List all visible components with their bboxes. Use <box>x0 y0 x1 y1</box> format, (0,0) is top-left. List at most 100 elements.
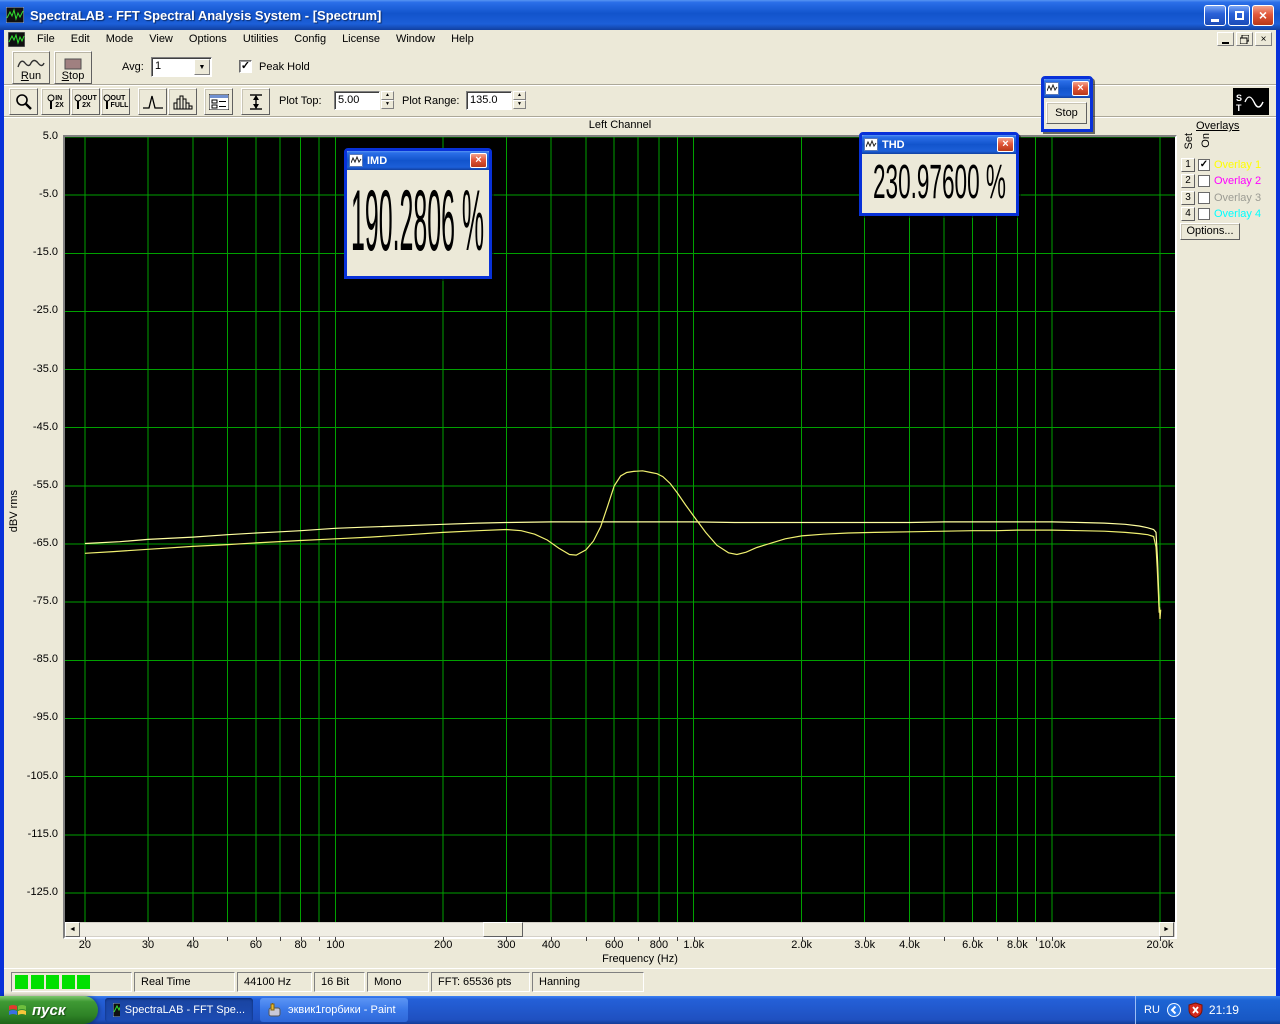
menu-mode[interactable]: Mode <box>98 31 142 47</box>
overlay-row-3: 3Overlay 3 <box>1181 190 1261 205</box>
mdi-minimize-button[interactable] <box>1217 32 1234 46</box>
run-button[interactable]: Run <box>12 51 50 84</box>
overlays-set-label: Set <box>1183 133 1195 150</box>
mdi-close-button[interactable]: × <box>1255 32 1272 46</box>
spectrum-plot[interactable] <box>65 137 1175 922</box>
vertical-range-button[interactable] <box>241 88 270 115</box>
histogram-display-button[interactable] <box>168 88 197 115</box>
signal-generator-button[interactable]: S T <box>1233 88 1269 115</box>
plot-top-spin-down[interactable]: ▼ <box>381 100 394 109</box>
scroll-left-button[interactable]: ◄ <box>65 922 80 937</box>
x-axis-label: 80 <box>295 939 307 951</box>
plot-top-input[interactable]: 5.00 <box>334 91 380 110</box>
display-options-button[interactable] <box>204 88 233 115</box>
x-axis-tick <box>586 937 587 941</box>
peak-hold-checkbox[interactable]: ✓ <box>239 60 252 73</box>
avg-dropdown-arrow[interactable]: ▼ <box>194 59 210 75</box>
x-axis-label: 4.0k <box>899 939 920 951</box>
overlay-checkbox-3[interactable] <box>1198 192 1210 204</box>
desktop: SpectraLAB - FFT Spectral Analysis Syste… <box>0 0 1280 1024</box>
task-label: эквик1горбики - Paint <box>288 1004 396 1016</box>
y-axis-label: -65.0 <box>2 537 58 549</box>
x-axis-tick <box>944 937 945 941</box>
menu-options[interactable]: Options <box>181 31 235 47</box>
start-button[interactable]: пуск <box>0 996 98 1024</box>
thd-window: THD × 230.97600 % <box>859 132 1019 216</box>
y-axis-label: -115.0 <box>2 828 58 840</box>
status-window-function: Hanning <box>532 972 644 992</box>
taskbar-task-2[interactable]: эквик1горбики - Paint <box>260 998 408 1022</box>
y-axis-label: -45.0 <box>2 421 58 433</box>
overlays-options-button[interactable]: Options... <box>1180 223 1240 240</box>
menu-view[interactable]: View <box>141 31 181 47</box>
thd-close-button[interactable]: × <box>997 137 1014 152</box>
overlay-checkbox-1[interactable]: ✓ <box>1198 159 1210 171</box>
zoom-out-2x-button[interactable]: OUT2X <box>71 88 100 115</box>
close-button[interactable]: × <box>1252 5 1274 26</box>
zoom-in-2x-button[interactable]: IN2X <box>41 88 70 115</box>
menu-file[interactable]: File <box>29 31 63 47</box>
menu-license[interactable]: License <box>334 31 388 47</box>
plot-top-spin-up[interactable]: ▲ <box>381 91 394 100</box>
overlay-set-button-1[interactable]: 1 <box>1181 158 1195 172</box>
x-axis-label: 6.0k <box>962 939 983 951</box>
zoom-tool-button[interactable] <box>9 88 38 115</box>
scrollbar-thumb[interactable] <box>483 922 523 937</box>
peak-display-button[interactable] <box>138 88 167 115</box>
system-tray: RU 21:19 <box>1135 996 1280 1024</box>
run-label: Run <box>21 70 41 82</box>
y-axis-label: -15.0 <box>2 246 58 258</box>
x-axis-tick <box>227 937 228 941</box>
overlay-checkbox-4[interactable] <box>1198 208 1210 220</box>
language-indicator[interactable]: RU <box>1144 1004 1160 1016</box>
status-mode: Real Time <box>134 972 235 992</box>
x-axis-label: 20.0k <box>1146 939 1173 951</box>
security-shield-icon[interactable] <box>1188 1002 1203 1018</box>
x-axis-label: 100 <box>326 939 344 951</box>
stop-square-icon <box>63 58 83 70</box>
stop-button[interactable]: Stop <box>54 51 92 84</box>
zoom-in-icon <box>47 94 55 110</box>
menu-config[interactable]: Config <box>286 31 334 47</box>
tray-chevron-icon[interactable] <box>1166 1002 1182 1018</box>
plot-range-spin-down[interactable]: ▼ <box>513 100 526 109</box>
x-axis-label: 2.0k <box>791 939 812 951</box>
maximize-button[interactable] <box>1228 5 1250 26</box>
overlay-set-button-2[interactable]: 2 <box>1181 174 1195 188</box>
zoom-out-full-button[interactable]: OUTFULL <box>101 88 130 115</box>
vertical-range-icon <box>247 93 265 111</box>
plot-range-spinner[interactable]: ▲ ▼ <box>513 91 526 109</box>
stop-mini-button[interactable]: Stop <box>1046 102 1087 124</box>
minimize-button[interactable] <box>1204 5 1226 26</box>
taskbar-task-1[interactable]: SpectraLAB - FFT Spe... <box>105 998 253 1022</box>
overlay-label-1: Overlay 1 <box>1214 159 1261 171</box>
imd-window: IMD × 190.2806 % <box>344 148 492 279</box>
plot-range-label: Plot Range: <box>402 95 459 107</box>
menu-window[interactable]: Window <box>388 31 443 47</box>
overlay-set-button-3[interactable]: 3 <box>1181 191 1195 205</box>
plot-top-spinner[interactable]: ▲ ▼ <box>381 91 394 109</box>
plot-range-spin-up[interactable]: ▲ <box>513 91 526 100</box>
overlay-set-button-4[interactable]: 4 <box>1181 207 1195 221</box>
scroll-right-button[interactable]: ► <box>1159 922 1174 937</box>
y-axis-label: -35.0 <box>2 363 58 375</box>
plot-top-label: Plot Top: <box>279 95 322 107</box>
x-axis-label: 800 <box>650 939 668 951</box>
imd-close-button[interactable]: × <box>470 153 487 168</box>
stop-mini-close-button[interactable]: × <box>1072 81 1089 96</box>
display-options-icon <box>209 94 229 110</box>
menu-utilities[interactable]: Utilities <box>235 31 286 47</box>
menu-help[interactable]: Help <box>443 31 482 47</box>
overlay-checkbox-2[interactable] <box>1198 175 1210 187</box>
x-axis-label: 300 <box>497 939 515 951</box>
plot-range-input[interactable]: 135.0 <box>466 91 512 110</box>
clock[interactable]: 21:19 <box>1209 1003 1239 1017</box>
windows-flag-icon <box>8 1002 27 1019</box>
plot-scrollbar[interactable]: ◄ ► <box>65 922 1175 937</box>
menu-edit[interactable]: Edit <box>63 31 98 47</box>
avg-combobox[interactable]: 1 ▼ <box>151 57 212 77</box>
mdi-restore-button[interactable] <box>1236 32 1253 46</box>
x-axis-label: 200 <box>434 939 452 951</box>
progress-block <box>15 975 28 989</box>
status-bit-depth: 16 Bit <box>314 972 365 992</box>
